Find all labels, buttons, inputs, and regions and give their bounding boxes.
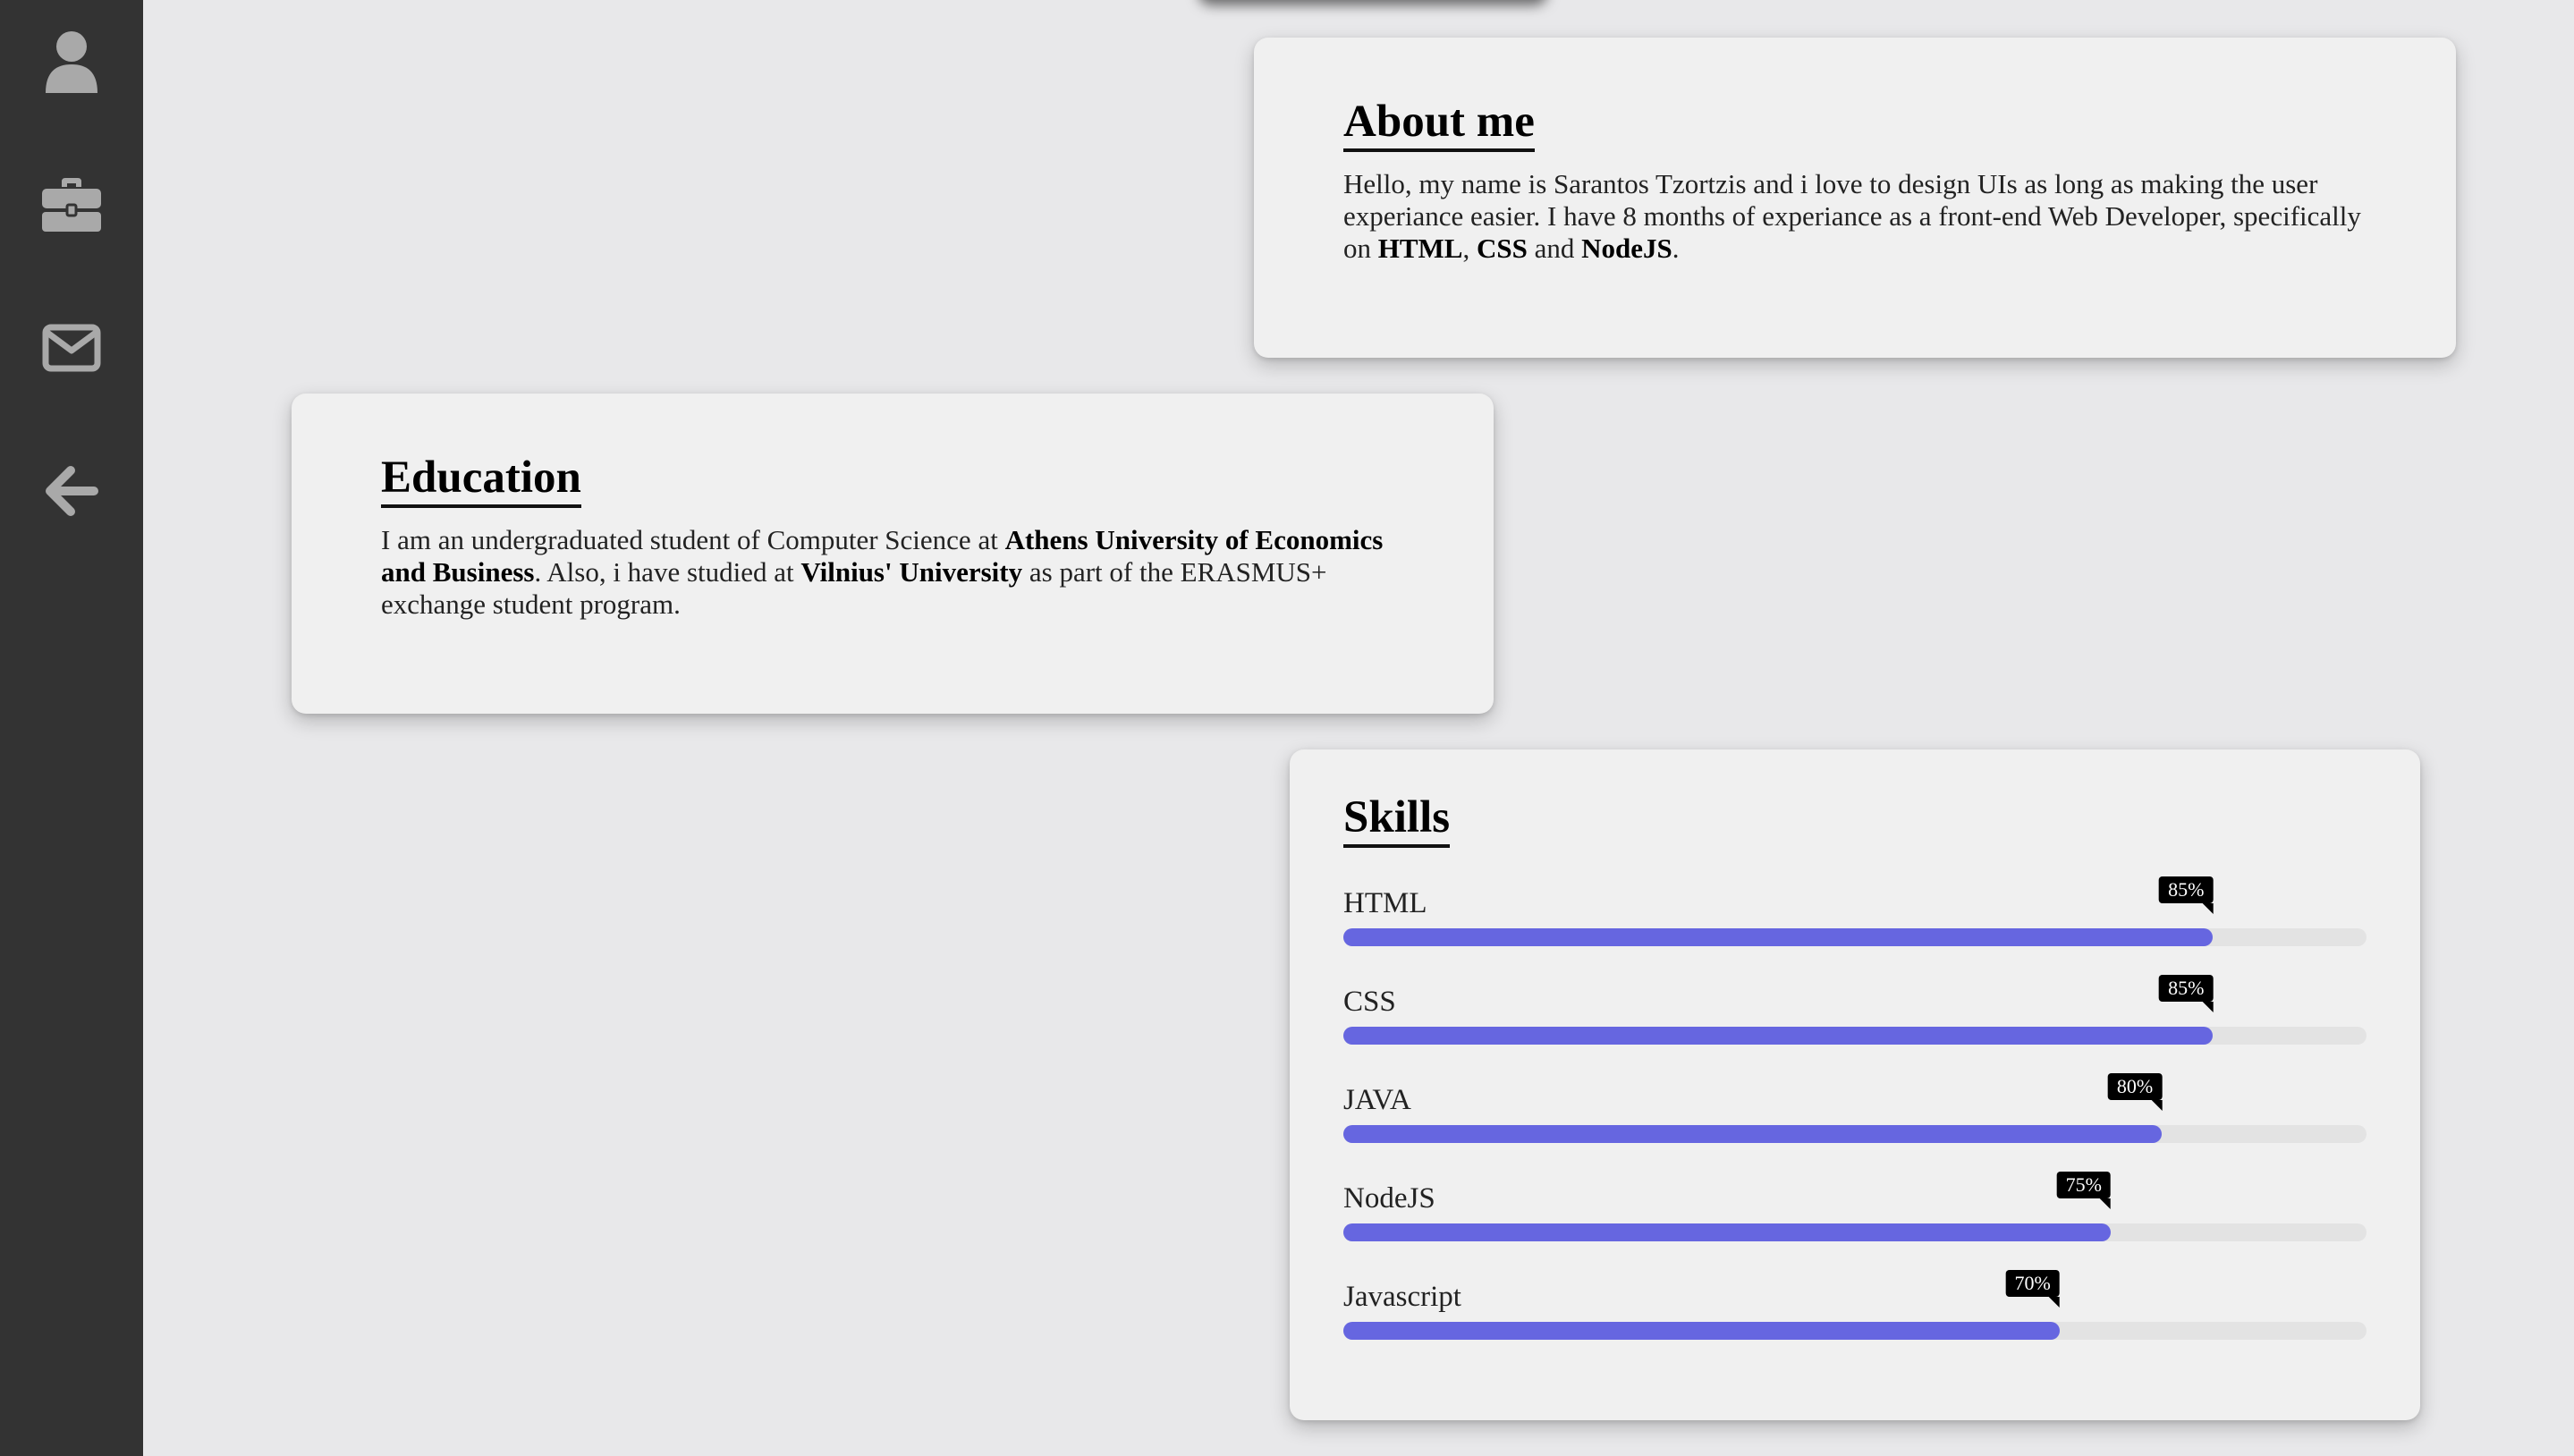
skill-track: 75% (1343, 1172, 2367, 1241)
skill-bar: 80% (1343, 1073, 2163, 1143)
skills-title: Skills (1343, 792, 1451, 849)
skill-bar: 85% (1343, 975, 2214, 1045)
skill-percent-badge: 75% (2056, 1172, 2112, 1209)
arrow-left-icon (46, 466, 98, 516)
education-text: I am an undergraduated student of Comput… (381, 524, 1384, 621)
sidebar-item-contact[interactable] (0, 299, 143, 397)
skill-bar: 85% (1343, 876, 2214, 946)
sidebar-item-profile[interactable] (0, 13, 143, 111)
skill-track: 85% (1343, 975, 2367, 1045)
user-icon (46, 31, 97, 93)
sidebar-item-back[interactable] (0, 442, 143, 540)
skill-percent-badge: 85% (2159, 975, 2214, 1012)
education-title: Education (381, 453, 581, 509)
mail-icon (42, 324, 101, 372)
skill-row-html: HTML 85% (1343, 876, 2367, 966)
skill-row-css: CSS 85% (1343, 975, 2367, 1064)
skill-track: 80% (1343, 1073, 2367, 1143)
skill-bar: 75% (1343, 1172, 2112, 1241)
skill-label: CSS (1343, 986, 1396, 1018)
sidebar-item-work[interactable] (0, 156, 143, 254)
skill-label: NodeJS (1343, 1182, 1435, 1215)
about-title: About me (1343, 97, 1535, 153)
skill-label: Javascript (1343, 1281, 1461, 1313)
skill-track: 70% (1343, 1270, 2367, 1340)
skill-track: 85% (1343, 876, 2367, 946)
skill-row-nodejs: NodeJS 75% (1343, 1172, 2367, 1261)
briefcase-icon (42, 178, 101, 232)
about-text: Hello, my name is Sarantos Tzortzis and … (1343, 168, 2361, 265)
skill-percent-badge: 70% (2005, 1270, 2061, 1308)
skill-bar: 70% (1343, 1270, 2061, 1340)
skill-percent-badge: 85% (2159, 876, 2214, 914)
skill-label: HTML (1343, 887, 1427, 919)
skill-percent-badge: 80% (2107, 1073, 2163, 1111)
education-card: Education I am an undergraduated student… (292, 394, 1494, 714)
skills-card: Skills HTML 85% CSS 85% JAVA 80% NodeJS … (1290, 749, 2420, 1420)
skill-row-java: JAVA 80% (1343, 1073, 2367, 1163)
sidebar (0, 0, 143, 1456)
skill-label: JAVA (1343, 1084, 1411, 1116)
skill-row-javascript: Javascript 70% (1343, 1270, 2367, 1359)
about-card: About me Hello, my name is Sarantos Tzor… (1254, 38, 2456, 358)
